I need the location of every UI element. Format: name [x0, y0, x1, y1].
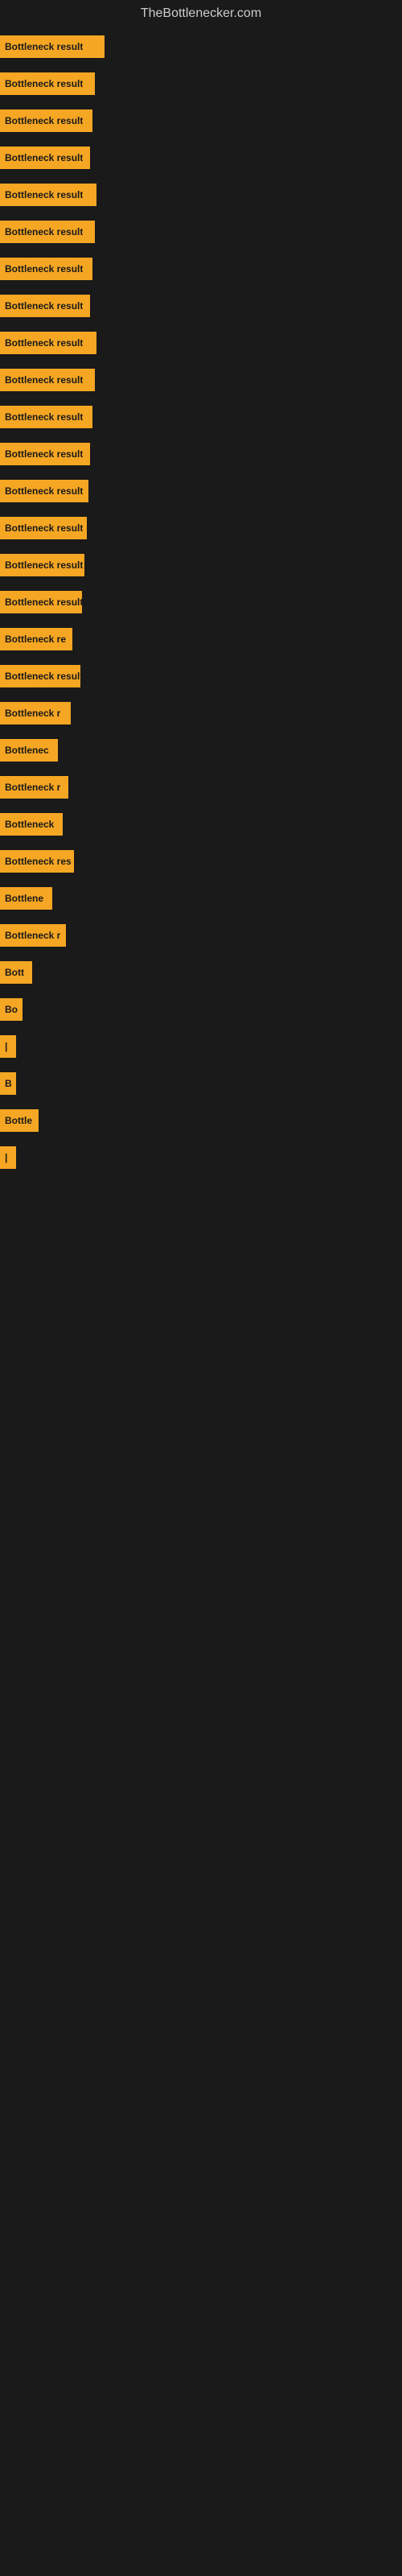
bar-row-11: Bottleneck result: [0, 436, 402, 472]
bar-16: Bottleneck re: [0, 628, 72, 650]
bar-row-29: Bottle: [0, 1103, 402, 1138]
bar-row-14: Bottleneck result: [0, 547, 402, 583]
bar-label-15: Bottleneck result: [5, 597, 82, 608]
bar-label-8: Bottleneck result: [5, 337, 83, 349]
bar-label-27: |: [5, 1041, 7, 1052]
bar-22: Bottleneck res: [0, 850, 74, 873]
bar-row-25: Bott: [0, 955, 402, 990]
bar-label-18: Bottleneck r: [5, 708, 60, 719]
bar-row-10: Bottleneck result: [0, 399, 402, 435]
bar-7: Bottleneck result: [0, 295, 90, 317]
bar-18: Bottleneck r: [0, 702, 71, 724]
bar-12: Bottleneck result: [0, 480, 88, 502]
bar-row-20: Bottleneck r: [0, 770, 402, 805]
bar-row-5: Bottleneck result: [0, 214, 402, 250]
bar-row-4: Bottleneck result: [0, 177, 402, 213]
bar-23: Bottlene: [0, 887, 52, 910]
bar-row-21: Bottleneck: [0, 807, 402, 842]
bar-label-13: Bottleneck result: [5, 522, 83, 534]
bar-row-17: Bottleneck result: [0, 658, 402, 694]
bar-20: Bottleneck r: [0, 776, 68, 799]
bar-row-15: Bottleneck result: [0, 584, 402, 620]
bar-label-16: Bottleneck re: [5, 634, 66, 645]
bar-label-6: Bottleneck result: [5, 263, 83, 275]
bar-label-25: Bott: [5, 967, 24, 978]
bar-6: Bottleneck result: [0, 258, 92, 280]
bar-row-18: Bottleneck r: [0, 696, 402, 731]
bar-row-3: Bottleneck result: [0, 140, 402, 175]
bar-label-17: Bottleneck result: [5, 671, 80, 682]
bar-row-22: Bottleneck res: [0, 844, 402, 879]
bar-11: Bottleneck result: [0, 443, 90, 465]
bar-label-12: Bottleneck result: [5, 485, 83, 497]
bar-1: Bottleneck result: [0, 72, 95, 95]
bar-row-16: Bottleneck re: [0, 621, 402, 657]
bar-label-26: Bo: [5, 1004, 18, 1015]
bar-label-20: Bottleneck r: [5, 782, 60, 793]
bar-label-0: Bottleneck result: [5, 41, 83, 52]
bar-row-12: Bottleneck result: [0, 473, 402, 509]
bar-label-30: |: [5, 1152, 7, 1163]
bar-label-24: Bottleneck r: [5, 930, 60, 941]
bar-10: Bottleneck result: [0, 406, 92, 428]
bar-30: |: [0, 1146, 16, 1169]
bar-label-14: Bottleneck result: [5, 559, 83, 571]
bar-row-19: Bottlenec: [0, 733, 402, 768]
bar-2: Bottleneck result: [0, 109, 92, 132]
bar-label-7: Bottleneck result: [5, 300, 83, 312]
bar-19: Bottlenec: [0, 739, 58, 762]
bar-28: B: [0, 1072, 16, 1095]
site-title: TheBottlenecker.com: [0, 0, 402, 27]
bar-label-28: B: [5, 1078, 12, 1089]
bar-17: Bottleneck result: [0, 665, 80, 687]
bar-label-2: Bottleneck result: [5, 115, 83, 126]
bar-row-28: B: [0, 1066, 402, 1101]
bar-row-24: Bottleneck r: [0, 918, 402, 953]
bar-27: |: [0, 1035, 16, 1058]
bar-label-4: Bottleneck result: [5, 189, 83, 200]
bar-row-2: Bottleneck result: [0, 103, 402, 138]
bar-29: Bottle: [0, 1109, 39, 1132]
bar-label-22: Bottleneck res: [5, 856, 72, 867]
bar-14: Bottleneck result: [0, 554, 84, 576]
bar-26: Bo: [0, 998, 23, 1021]
bar-label-21: Bottleneck: [5, 819, 54, 830]
bar-25: Bott: [0, 961, 32, 984]
bar-row-6: Bottleneck result: [0, 251, 402, 287]
bar-row-30: |: [0, 1140, 402, 1175]
bar-21: Bottleneck: [0, 813, 63, 836]
bar-4: Bottleneck result: [0, 184, 96, 206]
bar-13: Bottleneck result: [0, 517, 87, 539]
bar-0: Bottleneck result: [0, 35, 105, 58]
bar-row-1: Bottleneck result: [0, 66, 402, 101]
bar-label-9: Bottleneck result: [5, 374, 83, 386]
bar-row-7: Bottleneck result: [0, 288, 402, 324]
bar-label-11: Bottleneck result: [5, 448, 83, 460]
bar-9: Bottleneck result: [0, 369, 95, 391]
bar-row-26: Bo: [0, 992, 402, 1027]
bar-row-8: Bottleneck result: [0, 325, 402, 361]
bar-row-13: Bottleneck result: [0, 510, 402, 546]
bar-15: Bottleneck result: [0, 591, 82, 613]
bar-label-29: Bottle: [5, 1115, 32, 1126]
bar-label-23: Bottlene: [5, 893, 43, 904]
bar-24: Bottleneck r: [0, 924, 66, 947]
bar-label-10: Bottleneck result: [5, 411, 83, 423]
bar-label-5: Bottleneck result: [5, 226, 83, 237]
bar-3: Bottleneck result: [0, 147, 90, 169]
bar-label-1: Bottleneck result: [5, 78, 83, 89]
bar-row-27: |: [0, 1029, 402, 1064]
bar-5: Bottleneck result: [0, 221, 95, 243]
bar-row-9: Bottleneck result: [0, 362, 402, 398]
bar-row-0: Bottleneck result: [0, 29, 402, 64]
bar-8: Bottleneck result: [0, 332, 96, 354]
bar-row-23: Bottlene: [0, 881, 402, 916]
bar-label-19: Bottlenec: [5, 745, 49, 756]
bar-label-3: Bottleneck result: [5, 152, 83, 163]
